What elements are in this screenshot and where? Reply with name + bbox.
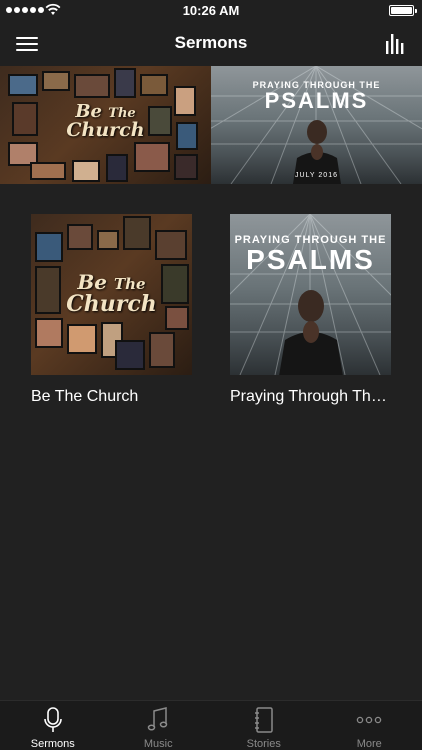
artwork-title-line-3: Church [66, 291, 157, 317]
tab-label: Sermons [30, 738, 75, 750]
photo-tile [74, 74, 110, 98]
artwork-title: PSALMS [246, 244, 375, 275]
featured-slide-psalms[interactable]: PRAYING THROUGH THE PSALMS JULY 2016 [211, 66, 422, 184]
more-dots-icon [357, 716, 382, 724]
photo-tile [42, 71, 70, 91]
tab-label: Stories [246, 738, 281, 750]
now-playing-equalizer-icon[interactable] [384, 31, 408, 55]
page-title: Sermons [174, 33, 248, 52]
tab-more[interactable]: More [317, 701, 422, 750]
hero-church-title: Be The Church [0, 103, 211, 141]
tab-label: Music [143, 738, 173, 750]
series-artwork: Be The Church [31, 214, 192, 375]
photo-tile [123, 216, 151, 250]
photo-tile [67, 224, 93, 250]
photo-tile [30, 162, 66, 180]
photo-tile [174, 154, 198, 180]
series-title: Praying Through The... [230, 388, 392, 405]
tab-stories[interactable]: Stories [211, 701, 317, 750]
hero-psalms-date: JULY 2016 [295, 172, 338, 179]
notebook-icon [254, 707, 273, 733]
tab-music[interactable]: Music [106, 701, 212, 750]
tab-bar: Sermons Music Stories More [0, 700, 422, 750]
series-artwork: PRAYING THROUGH THE PSALMS [230, 214, 391, 375]
series-card-praying-through-the-psalms[interactable]: PRAYING THROUGH THE PSALMS Praying Throu… [230, 214, 392, 406]
photo-tile [35, 318, 63, 348]
status-bar: 10:26 AM [0, 0, 422, 22]
photo-tile [149, 332, 175, 368]
featured-slide-be-the-church[interactable]: Be The Church [0, 66, 211, 184]
photo-tile [134, 142, 170, 172]
praying-man-figure [279, 290, 343, 375]
photo-tile [115, 340, 145, 370]
photo-tile [8, 74, 38, 96]
photo-tile [97, 230, 119, 250]
hero-title-line-3: Church [66, 119, 145, 141]
featured-carousel[interactable]: Be The Church PRAYING THROUGH THE PSALMS… [0, 66, 422, 184]
music-note-icon [148, 707, 168, 731]
navigation-bar: Sermons [0, 22, 422, 66]
battery-icon [389, 5, 417, 16]
tab-label: More [356, 738, 382, 750]
photo-tile [106, 154, 128, 182]
microphone-icon [43, 707, 62, 732]
photo-tile [72, 160, 100, 182]
photo-tile [67, 324, 97, 354]
series-title: Be The Church [31, 388, 139, 405]
series-card-be-the-church[interactable]: Be The Church Be The Church [31, 214, 193, 406]
photo-tile [140, 74, 168, 96]
status-time: 10:26 AM [182, 3, 240, 18]
artwork-title: Be The Church [31, 272, 192, 317]
photo-tile [114, 68, 136, 98]
photo-tile [35, 232, 63, 262]
photo-tile [155, 230, 187, 260]
tab-sermons[interactable]: Sermons [0, 701, 106, 750]
hero-psalms-title: PSALMS [264, 88, 369, 113]
